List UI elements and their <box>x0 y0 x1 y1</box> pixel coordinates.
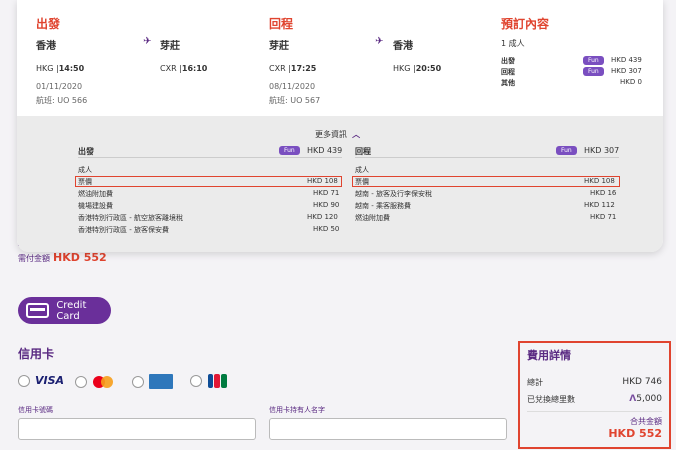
detail-in-item-label: 越南 - 乘客服務費 <box>355 202 411 210</box>
summary-total-value: HKD 746 <box>622 377 662 387</box>
fare-highlight-inbound <box>352 176 620 187</box>
jcb-radio[interactable] <box>190 375 202 387</box>
jcb-logo-icon <box>207 374 227 388</box>
detail-in-item-value: HKD 71 <box>590 213 617 221</box>
card-holder-label: 信用卡持有人名字 <box>269 406 325 414</box>
credit-card-button-label: Credit Card <box>56 299 87 322</box>
plane-icon: ✈ <box>143 36 152 47</box>
summary-miles-row: 已兌換總里數 Λ5,000 <box>527 394 662 405</box>
credit-card-button[interactable]: Credit Card <box>18 297 111 324</box>
inbound-depart: CXR |17:25 <box>269 64 317 73</box>
detail-out-item-value: HKD 90 <box>313 201 340 209</box>
amount-due: 需付金額 HKD 552 <box>18 251 107 264</box>
fare-summary-title: 費用詳情 <box>527 349 571 362</box>
fun-badge: Fun <box>583 67 604 76</box>
inbound-to-city: 香港 <box>393 41 413 52</box>
detail-in-pax: 成人 <box>355 166 369 174</box>
detail-out-item-value: HKD 108 <box>307 177 338 185</box>
payment-option-amex[interactable] <box>132 374 173 389</box>
booking-row-value: HKD 307 <box>611 67 642 75</box>
fare-summary-panel: 費用詳情 總計 HKD 746 已兌換總里數 Λ5,000 合共金額 HKD 5… <box>518 341 671 449</box>
inbound-from-city: 芽莊 <box>269 41 289 52</box>
outbound-title: 出發 <box>36 17 61 31</box>
detail-out-item-label: 香港特別行政區 - 航空旅客離境稅 <box>78 214 183 222</box>
inbound-date: 08/11/2020 <box>269 82 316 91</box>
detail-in-item-value: HKD 16 <box>590 189 617 197</box>
mastercard-radio[interactable] <box>75 376 87 388</box>
booking-row-label: 出發 <box>501 57 515 65</box>
fun-badge: Fun <box>583 56 604 65</box>
outbound-arrive: CXR |16:10 <box>160 64 208 73</box>
more-info-toggle[interactable]: 更多資訊 ︿ <box>315 122 360 141</box>
credit-card-section-title: 信用卡 <box>18 347 55 361</box>
summary-total-label: 總計 <box>527 378 543 387</box>
more-info-label: 更多資訊 <box>315 130 347 139</box>
summary-divider <box>527 411 662 412</box>
booking-title: 預訂內容 <box>501 17 550 31</box>
detail-out-title: 出發 <box>78 147 94 156</box>
booking-row-label: 回程 <box>501 68 515 76</box>
detail-in-item-value: HKD 112 <box>584 201 615 209</box>
card-holder-input[interactable] <box>269 418 507 440</box>
summary-miles-value: Λ5,000 <box>629 394 662 404</box>
plane-icon: ✈ <box>375 36 384 47</box>
payment-option-mastercard[interactable] <box>75 374 114 390</box>
divider <box>78 157 342 158</box>
summary-miles-label: 已兌換總里數 <box>527 395 575 404</box>
detail-out-pax: 成人 <box>78 166 92 174</box>
booking-details-card: 出發 香港 ✈ 芽莊 HKG |14:50 CXR |16:10 01/11/2… <box>17 0 663 252</box>
summary-grand-value: HKD 552 <box>608 427 662 440</box>
detail-out-item-label: 機場建設費 <box>78 202 113 210</box>
amex-radio[interactable] <box>132 375 144 388</box>
outbound-to-city: 芽莊 <box>160 41 180 52</box>
chevron-up-icon: ︿ <box>352 130 361 139</box>
credit-card-icon <box>26 303 50 318</box>
booking-pax: 1 成人 <box>501 39 525 48</box>
detail-in-title: 回程 <box>355 147 371 156</box>
detail-in-item-label: 票價 <box>355 178 369 186</box>
fun-badge: Fun <box>556 146 577 155</box>
booking-row-value: HKD 0 <box>620 78 642 86</box>
detail-in-item-label: 燃油附加費 <box>355 214 390 222</box>
detail-in-total: HKD 307 <box>584 146 620 155</box>
detail-in-item-label: 越南 - 旅客及行李保安稅 <box>355 190 432 198</box>
payment-option-jcb[interactable] <box>190 374 227 388</box>
payment-option-visa[interactable]: VISA <box>18 374 64 387</box>
card-number-label: 信用卡號碼 <box>18 406 53 414</box>
detail-out-item-label: 票價 <box>78 178 92 186</box>
detail-out-total: HKD 439 <box>307 146 343 155</box>
fare-breakdown-section: 更多資訊 ︿ 出發 Fun HKD 439 成人 票價 HKD 108 燃油附加… <box>17 116 663 252</box>
outbound-from-city: 香港 <box>36 41 56 52</box>
detail-out-item-value: HKD 120 <box>307 213 338 221</box>
inbound-flight: 航班: UO 567 <box>269 96 321 105</box>
booking-row-value: HKD 439 <box>611 56 642 64</box>
outbound-date: 01/11/2020 <box>36 82 83 91</box>
fun-badge: Fun <box>279 146 300 155</box>
detail-out-item-value: HKD 71 <box>313 189 340 197</box>
detail-in-item-value: HKD 108 <box>584 177 615 185</box>
flight-summary-section: 出發 香港 ✈ 芽莊 HKG |14:50 CXR |16:10 01/11/2… <box>17 0 663 116</box>
card-number-input[interactable] <box>18 418 256 440</box>
outbound-flight: 航班: UO 566 <box>36 96 88 105</box>
visa-logo: VISA <box>35 374 65 387</box>
amount-due-value: HKD 552 <box>53 251 107 264</box>
outbound-depart: HKG |14:50 <box>36 64 85 73</box>
inbound-title: 回程 <box>269 17 294 31</box>
visa-radio[interactable] <box>18 374 30 387</box>
divider <box>355 157 619 158</box>
summary-total-row: 總計 HKD 746 <box>527 377 662 388</box>
summary-grand-label: 合共金額 <box>630 417 662 426</box>
mastercard-logo-icon <box>92 374 114 390</box>
amount-due-label: 需付金額 <box>18 254 50 263</box>
detail-out-item-label: 燃油附加費 <box>78 190 113 198</box>
amex-logo-icon <box>149 374 173 389</box>
fare-highlight-outbound <box>75 176 342 187</box>
inbound-arrive: HKG |20:50 <box>393 64 442 73</box>
booking-row-label: 其他 <box>501 79 515 87</box>
detail-out-item-value: HKD 50 <box>313 225 340 233</box>
detail-out-item-label: 香港特別行政區 - 旅客保安費 <box>78 226 169 234</box>
